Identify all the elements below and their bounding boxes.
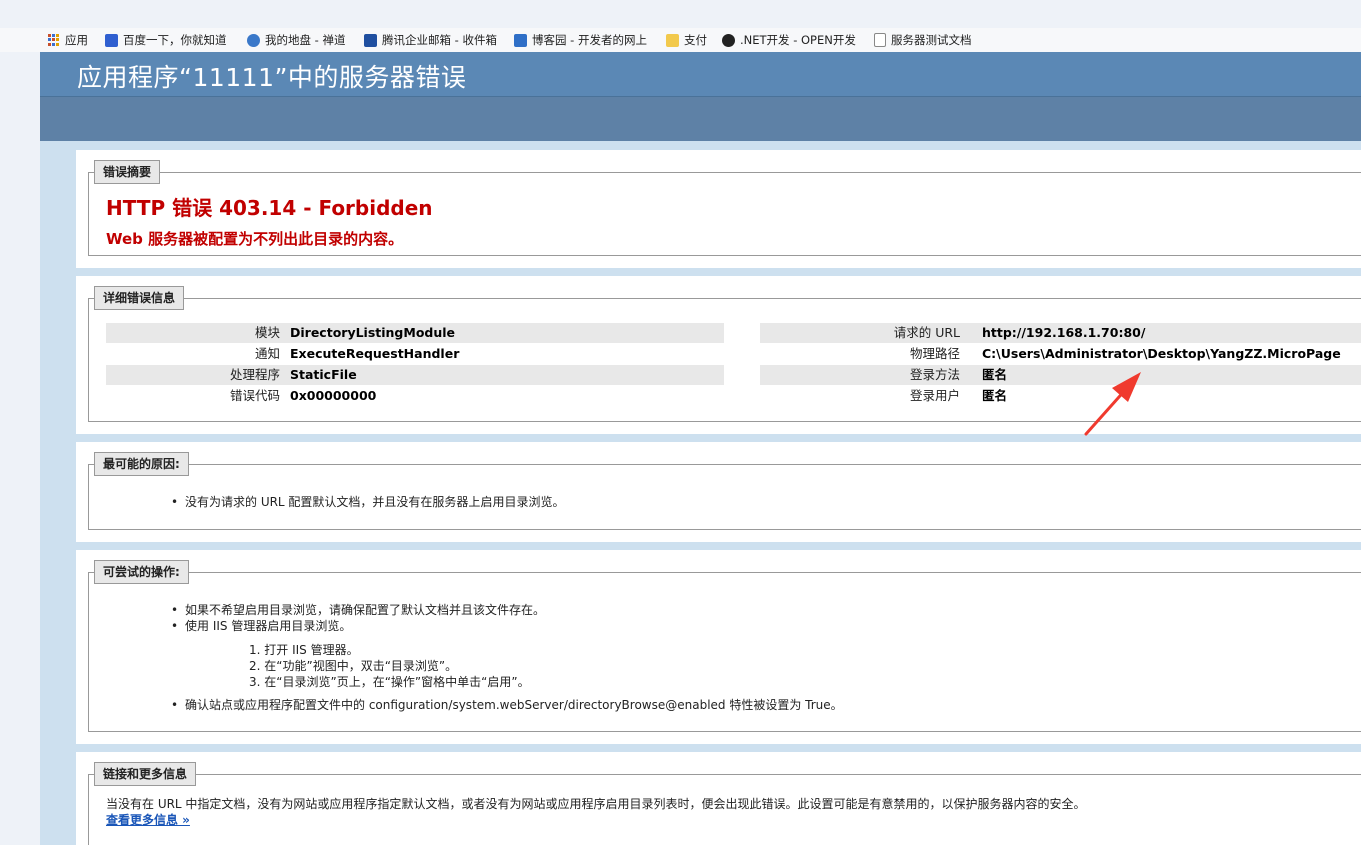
bookmark-label: 百度一下，你就知道	[123, 33, 227, 47]
detail-row-physical-path: 物理路径 C:\Users\Administrator\Desktop\Yang…	[760, 344, 1361, 364]
detail-row-request-url: 请求的 URL http://192.168.1.70:80/	[760, 323, 1361, 343]
error-description: Web 服务器被配置为不列出此目录的内容。	[106, 230, 404, 248]
folder-icon	[666, 33, 679, 47]
detail-row-notification: 通知 ExecuteRequestHandler	[106, 344, 724, 364]
list-item: 没有为请求的 URL 配置默认文档，并且没有在服务器上启用目录浏览。	[171, 494, 564, 510]
detail-value: 0x00000000	[290, 388, 377, 403]
links-panel: 链接和更多信息 当没有在 URL 中指定文档，没有为网站或应用程序指定默认文档，…	[76, 752, 1361, 845]
actions-legend: 可尝试的操作:	[94, 560, 189, 584]
detail-label: 登录方法	[909, 367, 960, 382]
actions-panel: 可尝试的操作: 如果不希望启用目录浏览，请确保配置了默认文档并且该文件存在。 使…	[76, 550, 1361, 744]
detail-label: 模块	[254, 325, 280, 340]
bookmark-dotnet[interactable]: .NET开发 - OPEN开发	[722, 30, 856, 50]
error-details-panel: 详细错误信息 模块 DirectoryListingModule 通知 Exec…	[76, 276, 1361, 434]
bookmark-label: 应用	[65, 33, 88, 47]
bookmarks-bar: 应用 百度一下，你就知道 我的地盘 - 禅道 腾讯企业邮箱 - 收件箱 博客园 …	[0, 28, 1361, 52]
detail-label: 登录用户	[909, 388, 960, 403]
step-item: 1. 打开 IIS 管理器。	[249, 643, 359, 657]
links-legend: 链接和更多信息	[94, 762, 197, 786]
bookmark-label: 服务器测试文档	[891, 33, 972, 47]
detail-value: 匿名	[982, 388, 1008, 403]
detail-value: StaticFile	[290, 367, 357, 382]
github-icon	[722, 33, 735, 47]
bookmark-tencent-mail[interactable]: 腾讯企业邮箱 - 收件箱	[364, 30, 497, 50]
detail-label: 通知	[254, 346, 280, 361]
detail-row-module: 模块 DirectoryListingModule	[106, 323, 724, 343]
more-info-link[interactable]: 查看更多信息 »	[106, 811, 190, 828]
summary-legend: 错误摘要	[94, 160, 161, 184]
detail-label: 请求的 URL	[893, 325, 960, 340]
bookmark-label: 博客园 - 开发者的网上	[532, 33, 647, 47]
detail-value: http://192.168.1.70:80/	[982, 325, 1146, 340]
details-legend: 详细错误信息	[94, 286, 185, 310]
tencent-mail-icon	[364, 33, 377, 47]
links-description: 当没有在 URL 中指定文档，没有为网站或应用程序指定默认文档，或者没有为网站或…	[106, 797, 1086, 811]
zentao-icon	[247, 33, 260, 47]
step-item: 2. 在“功能”视图中，双击“目录浏览”。	[249, 659, 458, 673]
apps-grid-icon	[48, 34, 60, 46]
bookmark-cnblogs[interactable]: 博客园 - 开发者的网上	[514, 30, 647, 50]
detail-label: 处理程序	[229, 367, 280, 382]
detail-row-error-code: 错误代码 0x00000000	[106, 386, 724, 406]
bookmark-server-docs[interactable]: 服务器测试文档	[874, 30, 972, 50]
bookmark-folder-pay[interactable]: 支付	[666, 30, 707, 50]
list-item: 确认站点或应用程序配置文件中的 configuration/system.web…	[171, 697, 843, 713]
causes-legend: 最可能的原因:	[94, 452, 189, 476]
enable-browsing-steps: 1. 打开 IIS 管理器。 2. 在“功能”视图中，双击“目录浏览”。 3. …	[249, 642, 530, 690]
detail-row-handler: 处理程序 StaticFile	[106, 365, 724, 385]
bookmark-label: 支付	[684, 33, 707, 47]
baidu-icon	[105, 33, 118, 47]
detail-value: ExecuteRequestHandler	[290, 346, 460, 361]
page-header: 应用程序“11111”中的服务器错误	[40, 52, 1361, 97]
iis-error-page: 应用程序“11111”中的服务器错误 错误摘要 HTTP 错误 403.14 -…	[40, 52, 1361, 845]
detail-row-logon-method: 登录方法 匿名	[760, 365, 1361, 385]
detail-row-logon-user: 登录用户 匿名	[760, 386, 1361, 406]
causes-panel: 最可能的原因: 没有为请求的 URL 配置默认文档，并且没有在服务器上启用目录浏…	[76, 442, 1361, 542]
bookmark-zentao[interactable]: 我的地盘 - 禅道	[247, 30, 345, 50]
header-band	[40, 97, 1361, 141]
error-title: HTTP 错误 403.14 - Forbidden	[106, 196, 433, 220]
step-item: 3. 在“目录浏览”页上，在“操作”窗格中单击“启用”。	[249, 675, 530, 689]
actions-list: 如果不希望启用目录浏览，请确保配置了默认文档并且该文件存在。 使用 IIS 管理…	[171, 602, 545, 634]
list-item: 如果不希望启用目录浏览，请确保配置了默认文档并且该文件存在。	[171, 602, 545, 618]
bookmark-baidu[interactable]: 百度一下，你就知道	[105, 30, 227, 50]
detail-value: 匿名	[982, 367, 1008, 382]
list-item: 使用 IIS 管理器启用目录浏览。	[171, 618, 545, 634]
document-icon	[874, 33, 886, 47]
bookmark-label: 我的地盘 - 禅道	[265, 33, 346, 47]
bookmark-apps[interactable]: 应用	[48, 30, 88, 50]
page-title: 应用程序“11111”中的服务器错误	[77, 63, 467, 92]
detail-value: C:\Users\Administrator\Desktop\YangZZ.Mi…	[982, 346, 1341, 361]
bookmark-label: 腾讯企业邮箱 - 收件箱	[382, 33, 497, 47]
actions-list-2: 确认站点或应用程序配置文件中的 configuration/system.web…	[171, 697, 843, 713]
cnblogs-icon	[514, 33, 527, 47]
detail-value: DirectoryListingModule	[290, 325, 456, 340]
bookmark-label: .NET开发 - OPEN开发	[740, 33, 856, 47]
causes-list: 没有为请求的 URL 配置默认文档，并且没有在服务器上启用目录浏览。	[171, 494, 564, 510]
detail-label: 错误代码	[229, 388, 280, 403]
detail-label: 物理路径	[909, 346, 960, 361]
error-summary-panel: 错误摘要 HTTP 错误 403.14 - Forbidden Web 服务器被…	[76, 150, 1361, 268]
